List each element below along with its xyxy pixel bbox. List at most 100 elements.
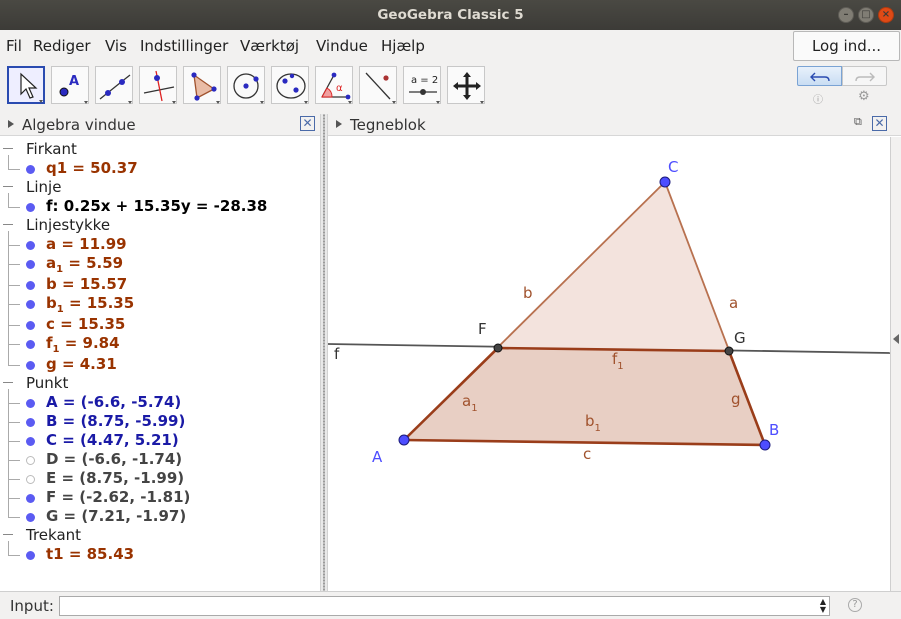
graphics-view[interactable]: A B C F G f b a c g a1 b1 f1 xyxy=(328,137,890,591)
conic-icon xyxy=(276,73,308,104)
visibility-toggle-icon[interactable] xyxy=(26,475,35,484)
slider-tool-button[interactable]: a = 2 xyxy=(403,66,441,104)
point-G[interactable] xyxy=(724,346,734,356)
input-help-icon[interactable]: ? xyxy=(848,598,862,612)
algebra-object[interactable]: C = (4.47, 5.21) xyxy=(46,431,179,449)
algebra-category: Trekant xyxy=(26,526,82,544)
conic-tool-button[interactable] xyxy=(271,66,309,104)
close-graphics-view-button[interactable]: ✕ xyxy=(872,116,887,131)
tree-connector xyxy=(8,460,20,461)
close-algebra-view-button[interactable]: ✕ xyxy=(300,116,315,131)
visibility-toggle-icon[interactable] xyxy=(26,494,35,503)
slider-icon: a = 2 xyxy=(409,75,440,104)
visibility-toggle-icon[interactable] xyxy=(26,361,35,370)
point-C[interactable] xyxy=(659,176,671,188)
menu-edit[interactable]: Rediger xyxy=(33,37,91,55)
algebra-view: Firkant q1 = 50.37 Linje f: 0.25x + 15.35y … xyxy=(0,137,320,591)
visibility-toggle-icon[interactable] xyxy=(26,513,35,522)
algebra-object[interactable]: g = 4.31 xyxy=(46,355,117,373)
algebra-object[interactable]: E = (8.75, -1.99) xyxy=(46,469,184,487)
visibility-toggle-icon[interactable] xyxy=(26,281,35,290)
algebra-object[interactable]: D = (-6.6, -1.74) xyxy=(46,450,182,468)
tree-connector xyxy=(8,517,20,518)
visibility-toggle-icon[interactable] xyxy=(26,165,35,174)
side-panel-toggle[interactable] xyxy=(890,137,901,591)
algebra-object[interactable]: b1 = 15.35 xyxy=(46,294,134,315)
category-collapse-icon[interactable] xyxy=(3,148,13,149)
menu-options[interactable]: Indstillinger xyxy=(140,37,228,55)
redo-button[interactable] xyxy=(842,66,887,86)
visibility-toggle-icon[interactable] xyxy=(26,418,35,427)
category-collapse-icon[interactable] xyxy=(3,534,13,535)
close-button[interactable]: × xyxy=(878,7,894,23)
tree-connector xyxy=(8,304,20,305)
visibility-toggle-icon[interactable] xyxy=(26,241,35,250)
algebra-object[interactable]: t1 = 85.43 xyxy=(46,545,134,563)
algebra-object[interactable]: F = (-2.62, -1.81) xyxy=(46,488,190,506)
help-icon[interactable]: ⓘ xyxy=(813,91,823,106)
menu-tools[interactable]: Værktøj xyxy=(240,37,299,55)
algebra-object[interactable]: a1 = 5.59 xyxy=(46,254,123,275)
algebra-object[interactable]: A = (-6.6, -5.74) xyxy=(46,393,181,411)
point-F[interactable] xyxy=(493,343,503,353)
point-B[interactable] xyxy=(759,439,771,451)
line-tool-button[interactable] xyxy=(95,66,133,104)
category-collapse-icon[interactable] xyxy=(3,382,13,383)
menu-bar: Fil Rediger Vis Indstillinger Værktøj Vi… xyxy=(0,30,901,62)
quadrilateral-q1-fill[interactable] xyxy=(404,348,765,445)
algebra-object[interactable]: f1 = 9.84 xyxy=(46,334,120,355)
visibility-toggle-icon[interactable] xyxy=(26,321,35,330)
gear-icon[interactable]: ⚙ xyxy=(858,89,870,104)
angle-tool-button[interactable]: α xyxy=(315,66,353,104)
algebra-object[interactable]: B = (8.75, -5.99) xyxy=(46,412,185,430)
perpendicular-tool-button[interactable] xyxy=(139,66,177,104)
algebra-category: Linjestykke xyxy=(26,216,111,234)
visibility-toggle-icon[interactable] xyxy=(26,300,35,309)
visibility-toggle-icon[interactable] xyxy=(26,260,35,269)
menu-view[interactable]: Vis xyxy=(105,37,127,55)
tree-connector xyxy=(8,422,20,423)
polygon-icon xyxy=(191,72,220,104)
reflect-tool-button[interactable] xyxy=(359,66,397,104)
visibility-toggle-icon[interactable] xyxy=(26,551,35,560)
tree-connector xyxy=(8,193,9,207)
move-view-tool-button[interactable] xyxy=(447,66,485,104)
input-field[interactable]: ▲ ▼ xyxy=(59,596,830,616)
menu-window[interactable]: Vindue xyxy=(316,37,368,55)
move-tool-button[interactable] xyxy=(7,66,45,104)
geometry-canvas[interactable]: A B C F G f b a c g a1 b1 f1 xyxy=(328,137,890,591)
algebra-object[interactable]: f: 0.25x + 15.35y = -28.38 xyxy=(46,197,267,215)
undock-icon[interactable]: ⧉ xyxy=(854,115,862,129)
algebra-category: Firkant xyxy=(26,140,77,158)
collapse-triangle-icon[interactable] xyxy=(8,120,14,128)
algebra-object[interactable]: G = (7.21, -1.97) xyxy=(46,507,186,525)
category-collapse-icon[interactable] xyxy=(3,224,13,225)
point-A[interactable] xyxy=(398,434,410,446)
maximize-button[interactable]: □ xyxy=(858,7,874,23)
undo-button[interactable] xyxy=(797,66,842,86)
tree-connector xyxy=(8,389,9,517)
menu-file[interactable]: Fil xyxy=(6,37,22,55)
algebra-object[interactable]: a = 11.99 xyxy=(46,235,127,253)
visibility-toggle-icon[interactable] xyxy=(26,399,35,408)
polygon-tool-button[interactable] xyxy=(183,66,221,104)
login-button[interactable]: Log ind... xyxy=(793,31,900,61)
visibility-toggle-icon[interactable] xyxy=(26,203,35,212)
panel-splitter[interactable] xyxy=(320,114,328,591)
category-collapse-icon[interactable] xyxy=(3,186,13,187)
algebra-object[interactable]: c = 15.35 xyxy=(46,315,125,333)
point-tool-button[interactable]: A xyxy=(51,66,89,104)
minimize-button[interactable]: – xyxy=(838,7,854,23)
circle-tool-button[interactable] xyxy=(227,66,265,104)
algebra-object[interactable]: b = 15.57 xyxy=(46,275,127,293)
tree-connector xyxy=(8,325,20,326)
visibility-toggle-icon[interactable] xyxy=(26,340,35,349)
menu-help[interactable]: Hjælp xyxy=(381,37,425,55)
perpendicular-line-icon xyxy=(143,70,176,104)
input-history-spinner-icon[interactable]: ▲ ▼ xyxy=(820,598,826,614)
algebra-object[interactable]: q1 = 50.37 xyxy=(46,159,138,177)
expand-arrow-icon[interactable] xyxy=(893,334,899,344)
visibility-toggle-icon[interactable] xyxy=(26,456,35,465)
collapse-triangle-icon[interactable] xyxy=(336,120,342,128)
visibility-toggle-icon[interactable] xyxy=(26,437,35,446)
